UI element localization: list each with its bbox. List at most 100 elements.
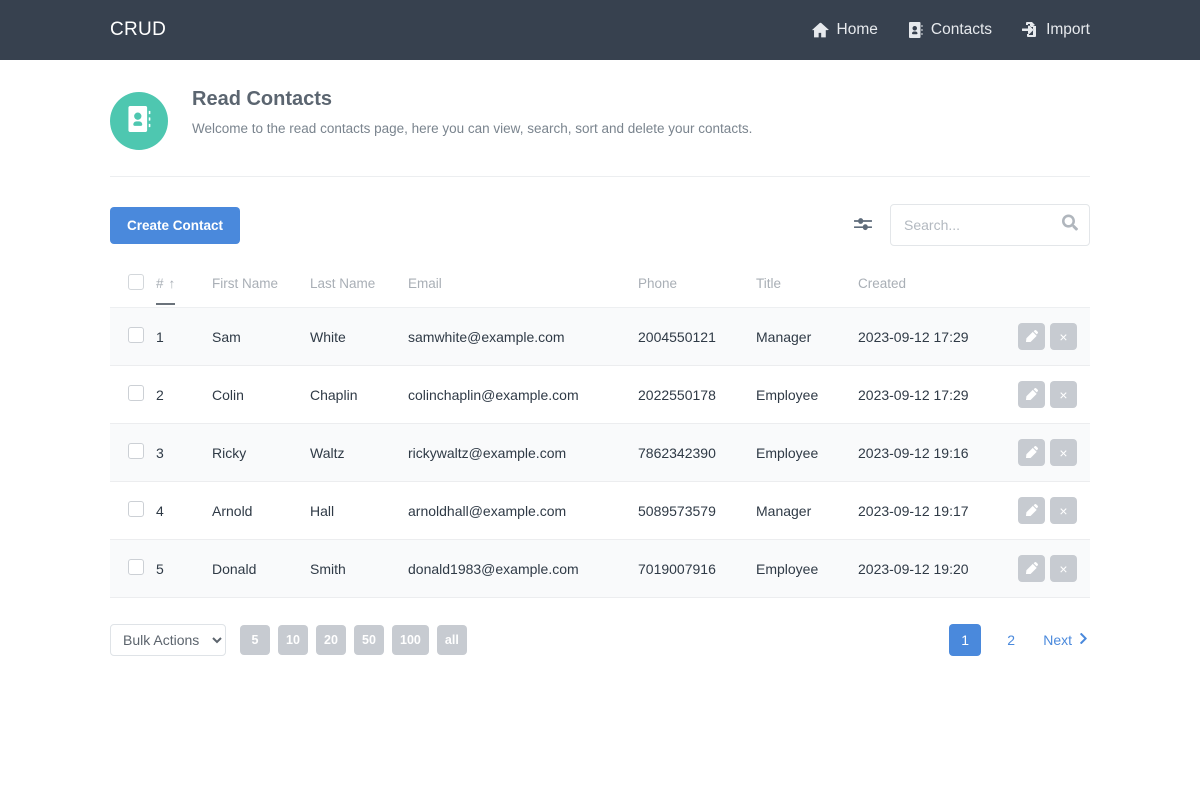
page-button-2[interactable]: 2	[995, 624, 1027, 656]
th-id-sort-wrap: # ↑	[156, 276, 176, 305]
create-contact-button[interactable]: Create Contact	[110, 206, 241, 244]
table-row: 4 Arnold Hall arnoldhall@example.com 5089573…	[110, 481, 1090, 540]
th-title[interactable]: Title	[756, 262, 858, 308]
cell-id: 2	[156, 365, 212, 424]
page-button-1[interactable]: 1	[949, 624, 982, 656]
close-icon: ×	[1059, 502, 1068, 519]
cell-created: 2023-09-12 19:17	[858, 481, 1018, 540]
delete-row-button[interactable]: ×	[1050, 439, 1077, 466]
nav-link-import[interactable]: Import	[1022, 21, 1090, 39]
pagination: 1 2 Next	[949, 624, 1090, 656]
delete-row-button[interactable]: ×	[1050, 497, 1077, 524]
cell-phone: 7019007916	[638, 539, 756, 598]
page-size-button-100[interactable]: 100	[392, 625, 429, 655]
row-checkbox[interactable]	[128, 327, 144, 343]
cell-actions: ×	[1018, 423, 1090, 482]
cell-last-name: Smith	[310, 539, 408, 598]
row-action-group: ×	[1018, 555, 1090, 582]
page-header-avatar	[110, 92, 168, 150]
th-last-name[interactable]: Last Name	[310, 262, 408, 308]
row-action-group: ×	[1018, 381, 1090, 408]
cell-last-name: Hall	[310, 481, 408, 540]
row-action-group: ×	[1018, 439, 1090, 466]
row-checkbox[interactable]	[128, 443, 144, 459]
page-size-button-10[interactable]: 10	[278, 625, 308, 655]
pencil-icon	[1025, 387, 1038, 403]
table-body: 1 Sam White samwhite@example.com 2004550121 M…	[110, 307, 1090, 598]
brand-logo[interactable]: CRUD	[110, 19, 166, 41]
table-row: 5 Donald Smith donald1983@example.com 701900…	[110, 539, 1090, 598]
nav-link-contacts-label: Contacts	[930, 21, 993, 38]
cell-email: rickywaltz@example.com	[408, 423, 638, 482]
cell-last-name: White	[310, 307, 408, 366]
nav-links: Home Contacts Import	[811, 21, 1090, 39]
delete-row-button[interactable]: ×	[1050, 555, 1077, 582]
th-email[interactable]: Email	[408, 262, 638, 308]
table-header-row: # ↑ First Name Last Name Email Phone Titl…	[110, 262, 1090, 308]
chevron-right-icon	[1079, 632, 1088, 648]
page-size-button-20[interactable]: 20	[316, 625, 346, 655]
pencil-icon	[1025, 561, 1038, 577]
nav-link-home[interactable]: Home	[811, 21, 878, 39]
cell-email: colinchaplin@example.com	[408, 365, 638, 424]
pencil-icon	[1025, 329, 1038, 345]
address-book-icon	[127, 105, 151, 137]
cell-title: Employee	[756, 423, 858, 482]
page-container: Read Contacts Welcome to the read contac…	[0, 60, 1200, 656]
sort-arrow-up-icon: ↑	[168, 276, 176, 291]
page-subtitle: Welcome to the read contacts page, here …	[192, 121, 753, 136]
bulk-actions-select[interactable]: Bulk Actions	[110, 624, 226, 656]
cell-actions: ×	[1018, 481, 1090, 540]
cell-created: 2023-09-12 17:29	[858, 307, 1018, 366]
th-created[interactable]: Created	[858, 262, 1018, 308]
next-page-button[interactable]: Next	[1041, 632, 1090, 648]
edit-row-button[interactable]	[1018, 323, 1045, 350]
nav-link-contacts[interactable]: Contacts	[908, 21, 992, 39]
th-actions	[1018, 262, 1090, 308]
select-all-checkbox[interactable]	[128, 274, 144, 290]
edit-row-button[interactable]	[1018, 497, 1045, 524]
cell-first-name: Ricky	[212, 423, 310, 482]
address-book-icon	[908, 22, 923, 38]
edit-row-button[interactable]	[1018, 439, 1045, 466]
delete-row-button[interactable]: ×	[1050, 323, 1077, 350]
row-checkbox[interactable]	[128, 559, 144, 575]
search-input[interactable]	[890, 204, 1090, 246]
cell-title: Employee	[756, 539, 858, 598]
sliders-icon[interactable]	[854, 216, 872, 234]
page-size-buttons: 5 10 20 50 100 all	[240, 625, 467, 655]
cell-first-name: Colin	[212, 365, 310, 424]
page-size-button-50[interactable]: 50	[354, 625, 384, 655]
cell-phone: 2022550178	[638, 365, 756, 424]
cell-email: arnoldhall@example.com	[408, 481, 638, 540]
delete-row-button[interactable]: ×	[1050, 381, 1077, 408]
close-icon: ×	[1059, 444, 1068, 461]
cell-email: donald1983@example.com	[408, 539, 638, 598]
cell-email: samwhite@example.com	[408, 307, 638, 366]
table-row: 3 Ricky Waltz rickywaltz@example.com 7862342…	[110, 423, 1090, 482]
th-id[interactable]: # ↑	[156, 262, 212, 308]
th-first-name[interactable]: First Name	[212, 262, 310, 308]
cell-last-name: Chaplin	[310, 365, 408, 424]
edit-row-button[interactable]	[1018, 381, 1045, 408]
cell-actions: ×	[1018, 307, 1090, 366]
page-size-button-5[interactable]: 5	[240, 625, 270, 655]
nav-link-import-label: Import	[1046, 21, 1090, 38]
th-phone[interactable]: Phone	[638, 262, 756, 308]
edit-row-button[interactable]	[1018, 555, 1045, 582]
table-head: # ↑ First Name Last Name Email Phone Titl…	[110, 262, 1090, 308]
table-toolbar: Create Contact	[110, 177, 1090, 262]
table-row: 1 Sam White samwhite@example.com 2004550121 M…	[110, 307, 1090, 366]
cell-id: 4	[156, 481, 212, 540]
row-checkbox[interactable]	[128, 501, 144, 517]
row-checkbox[interactable]	[128, 385, 144, 401]
page-header: Read Contacts Welcome to the read contac…	[110, 60, 1090, 177]
cell-last-name: Waltz	[310, 423, 408, 482]
cell-actions: ×	[1018, 539, 1090, 598]
cell-created: 2023-09-12 19:20	[858, 539, 1018, 598]
nav-link-home-label: Home	[836, 21, 878, 38]
cell-title: Manager	[756, 481, 858, 540]
cell-phone: 2004550121	[638, 307, 756, 366]
page-size-button-all[interactable]: all	[436, 625, 467, 655]
row-select-cell	[110, 423, 156, 482]
